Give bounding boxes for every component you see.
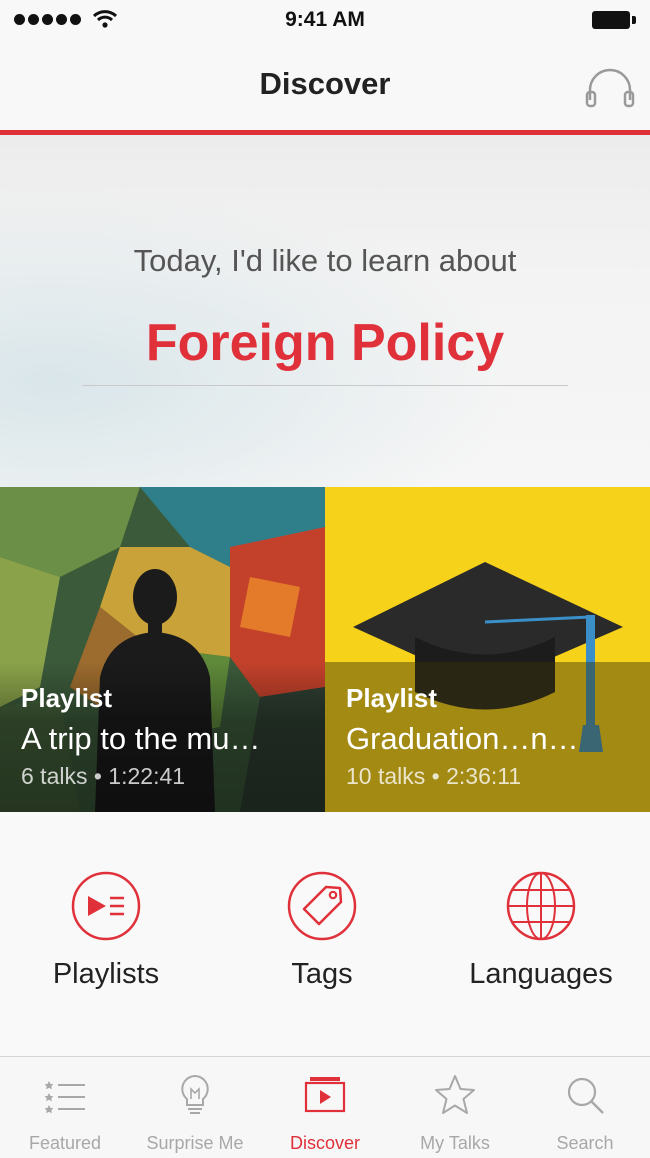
page-title: Discover — [259, 66, 391, 101]
featured-list-icon — [44, 1081, 85, 1114]
category-label: Playlists — [52, 958, 160, 990]
tile-meta: 10 talks • 2:36:11 — [346, 763, 522, 789]
search-icon — [567, 1077, 604, 1114]
headphones-icon[interactable] — [584, 64, 636, 110]
playlist-tile-graduation[interactable]: Playlist Graduation…n… 10 talks • 2:36:1… — [325, 487, 650, 812]
tab-label: Search — [556, 1133, 614, 1153]
playlist-tile-trip[interactable]: Playlist A trip to the mu… 6 talks • 1:2… — [0, 487, 325, 812]
topic-hero: Today, I'd like to learn about Foreign P… — [0, 135, 650, 487]
tab-label: Discover — [289, 1133, 360, 1153]
tab-label: Featured — [28, 1133, 102, 1153]
hero-prompt: Today, I'd like to learn about — [133, 243, 517, 278]
tag-icon — [287, 871, 357, 941]
category-languages[interactable]: Languages — [441, 870, 641, 991]
discover-play-icon — [304, 1077, 346, 1113]
status-bar: 9:41 AM — [0, 0, 650, 40]
tab-featured[interactable]: Featured — [0, 1057, 130, 1158]
globe-icon — [506, 871, 576, 941]
star-icon — [435, 1075, 475, 1114]
playlist-icon — [71, 871, 141, 941]
tab-search[interactable]: Search — [520, 1057, 650, 1158]
navigation-bar: Discover — [0, 40, 650, 130]
battery-icon — [592, 11, 636, 29]
status-time: 9:41 AM — [285, 8, 365, 31]
tile-kind-label: Playlist — [21, 683, 113, 713]
category-label: Languages — [469, 958, 613, 990]
tile-kind-label: Playlist — [346, 683, 438, 713]
topic-underline — [82, 385, 568, 386]
tab-bar: Featured Surprise Me Discover My Talks S… — [0, 1056, 650, 1158]
tile-meta: 6 talks • 1:22:41 — [21, 763, 186, 789]
tab-discover[interactable]: Discover — [260, 1057, 390, 1158]
lightbulb-icon — [181, 1074, 209, 1114]
tile-title: A trip to the mu… — [21, 721, 261, 756]
category-playlists[interactable]: Playlists — [6, 870, 206, 991]
tab-label: Surprise Me — [146, 1133, 244, 1153]
topic-selector[interactable]: Foreign Policy — [0, 313, 650, 373]
tile-title: Graduation…n… — [346, 721, 579, 756]
tab-my-talks[interactable]: My Talks — [390, 1057, 520, 1158]
browse-categories: Playlists Tags Languages — [0, 812, 650, 1056]
category-label: Tags — [291, 958, 353, 990]
tab-label: My Talks — [420, 1133, 490, 1153]
tab-surprise-me[interactable]: Surprise Me — [130, 1057, 260, 1158]
category-tags[interactable]: Tags — [222, 870, 422, 991]
